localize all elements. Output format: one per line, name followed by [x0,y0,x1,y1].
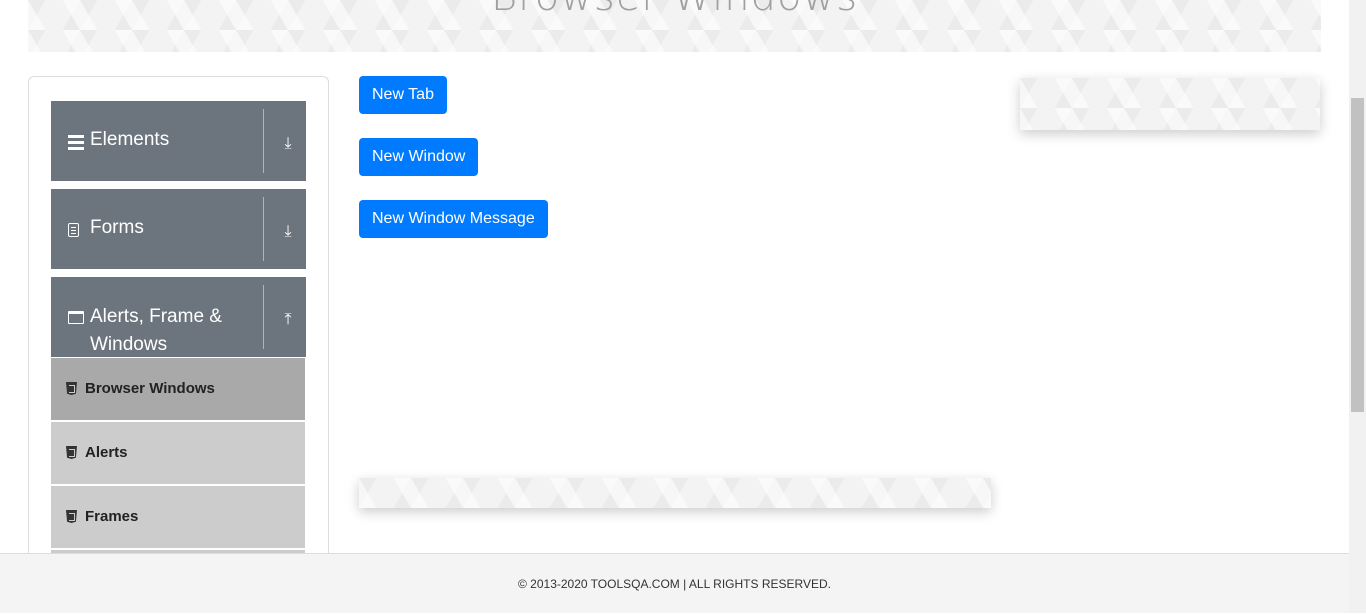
new-window-button[interactable]: New Window [359,138,479,176]
sidebar-group-elements[interactable]: Elements ⤓ [51,101,306,181]
sidebar-group-label: Alerts, Frame & Windows [90,306,222,355]
sidebar-item-frames[interactable]: Frames [51,486,305,548]
document-icon [68,223,79,237]
sidebar-group-alerts-frame-windows[interactable]: Alerts, Frame & Windows ⤒ [51,277,306,357]
scrollbar-thumb[interactable] [1351,98,1364,412]
upload-arrow-icon[interactable]: ⤒ [280,311,296,328]
ad-banner-right [1020,78,1320,130]
scrollbar[interactable] [1349,0,1366,613]
page-banner: Browser Windows [28,0,1321,52]
footer: © 2013-2020 TOOLSQA.COM | ALL RIGHTS RES… [0,553,1349,613]
html5-icon [66,382,77,395]
copyright-text: © 2013-2020 TOOLSQA.COM | ALL RIGHTS RES… [518,577,831,591]
sidebar-item-browser-windows[interactable]: Browser Windows [51,358,305,420]
sidebar: Elements ⤓ Forms ⤓ Alerts, Frame & Windo… [28,76,329,612]
sidebar-item-alerts[interactable]: Alerts [51,422,305,484]
window-icon [68,311,84,324]
new-tab-button[interactable]: New Tab [359,76,447,114]
new-window-message-button[interactable]: New Window Message [359,200,548,238]
sidebar-group-forms[interactable]: Forms ⤓ [51,189,306,269]
download-arrow-icon[interactable]: ⤓ [280,223,296,240]
sidebar-group-label: Forms [90,217,144,238]
html5-icon [66,446,77,459]
menu-icon [68,135,84,150]
ad-banner-bottom [359,478,991,508]
sidebar-group-label: Elements [90,129,170,150]
html5-icon [66,510,77,523]
page-title: Browser Windows [28,0,1321,20]
download-arrow-icon[interactable]: ⤓ [280,135,296,152]
